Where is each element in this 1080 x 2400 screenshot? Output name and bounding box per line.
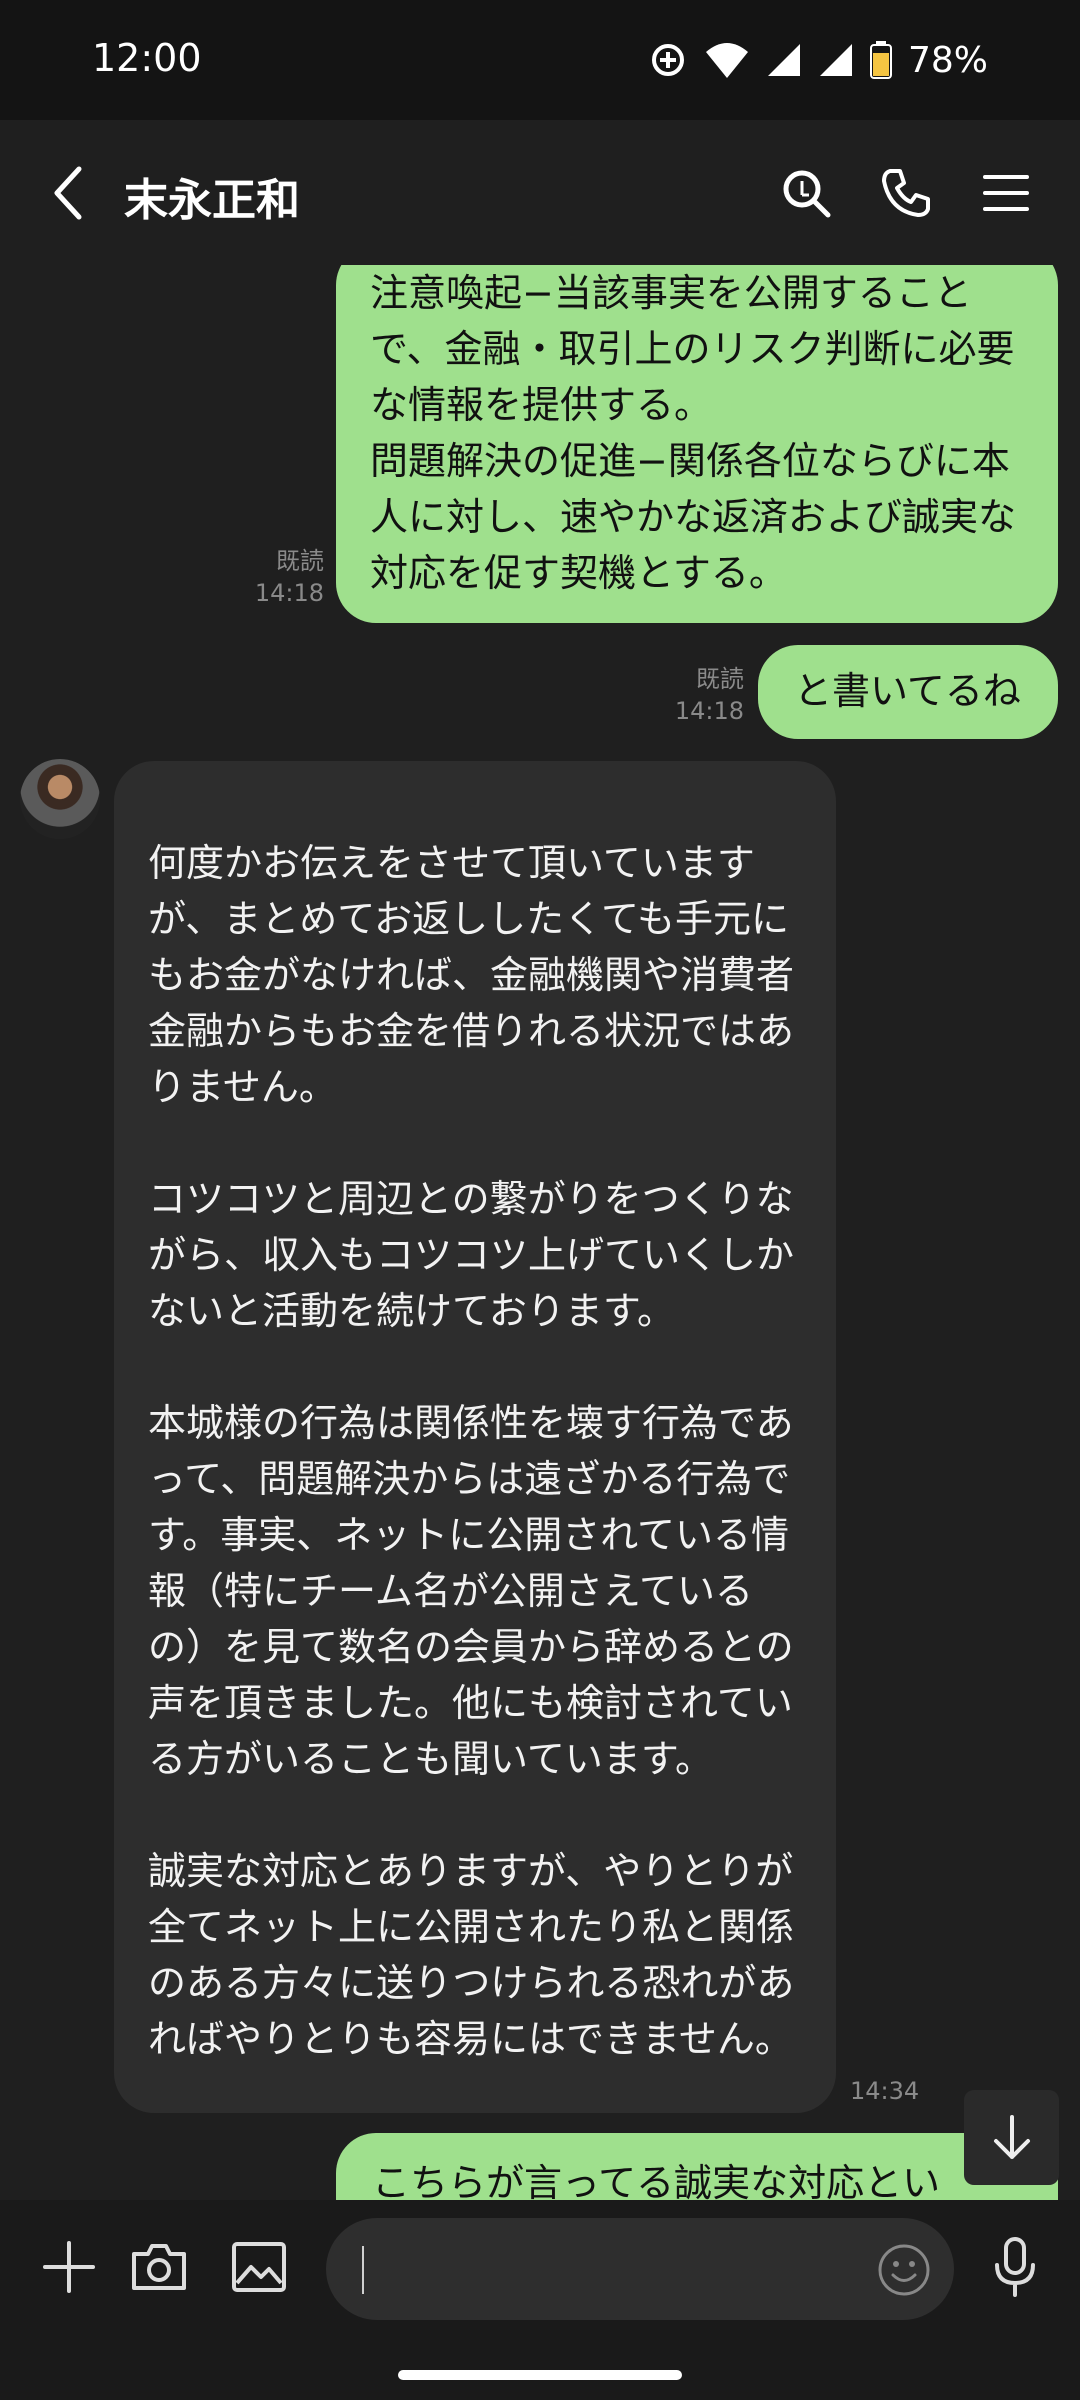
message-list[interactable]: 注意喚起−当該事実を公開することで、金融・取引上のリスク判断に必要な情報を提供す… [0, 265, 1080, 2200]
search-button[interactable] [771, 158, 841, 228]
input-bar [0, 2200, 1080, 2400]
read-receipt: 既読 [696, 665, 744, 693]
message-text: 何度かお伝えをさせて頂いていますが、まとめてお返ししたくても手元にもお金がなけれ… [148, 841, 795, 2061]
read-receipt: 既読 [276, 547, 324, 575]
back-button[interactable] [40, 158, 96, 228]
call-button[interactable] [871, 158, 941, 228]
wifi-icon [704, 40, 750, 80]
message-time: 14:18 [674, 697, 744, 725]
phone-icon [882, 169, 930, 217]
message-text: と書いてるね [794, 669, 1021, 713]
add-button[interactable] [34, 2232, 104, 2302]
signal-icon [766, 42, 802, 78]
status-icons: 78% [648, 36, 988, 84]
text-caret [362, 2246, 364, 2294]
data-saver-icon [648, 40, 688, 80]
message-meta: 既読 14:18 [640, 663, 744, 727]
camera-button[interactable] [124, 2232, 194, 2302]
signal-icon-2 [818, 42, 854, 78]
image-icon [232, 2242, 286, 2292]
camera-icon [132, 2244, 186, 2290]
outgoing-message[interactable]: こちらが言ってる誠実な対応とい [336, 2133, 1058, 2200]
battery-icon [869, 41, 892, 79]
outgoing-message[interactable]: と書いてるね [758, 645, 1058, 739]
message-text: こちらが言ってる誠実な対応とい [372, 2161, 941, 2200]
status-bar: 12:00 78% [0, 0, 1080, 120]
battery-percent: 78% [907, 39, 988, 81]
message-time: 14:18 [254, 579, 324, 607]
menu-button[interactable] [971, 158, 1041, 228]
emoji-icon [878, 2244, 930, 2296]
chat-header: 末永正和 [0, 120, 1080, 265]
home-indicator[interactable] [398, 2370, 682, 2380]
outgoing-message[interactable]: 注意喚起−当該事実を公開することで、金融・取引上のリスク判断に必要な情報を提供す… [336, 265, 1058, 623]
mic-button[interactable] [980, 2232, 1050, 2302]
microphone-icon [995, 2237, 1035, 2297]
search-icon [783, 170, 831, 218]
scroll-to-bottom-button[interactable] [964, 2090, 1059, 2185]
image-button[interactable] [224, 2232, 294, 2302]
chevron-left-icon [54, 166, 82, 220]
menu-icon [983, 175, 1029, 211]
status-time: 12:00 [92, 36, 202, 80]
message-text: 注意喚起−当該事実を公開することで、金融・取引上のリスク判断に必要な情報を提供す… [370, 271, 1017, 595]
chat-title[interactable]: 末永正和 [124, 164, 300, 228]
arrow-down-icon [993, 2114, 1030, 2159]
incoming-message[interactable]: 何度かお伝えをさせて頂いていますが、まとめてお返ししたくても手元にもお金がなけれ… [114, 761, 836, 2113]
message-time: 14:34 [850, 2077, 920, 2105]
message-meta: 既読 14:18 [220, 545, 324, 609]
message-input[interactable] [326, 2218, 954, 2320]
avatar[interactable] [20, 759, 100, 839]
emoji-button[interactable] [876, 2242, 932, 2302]
plus-icon [43, 2241, 95, 2293]
